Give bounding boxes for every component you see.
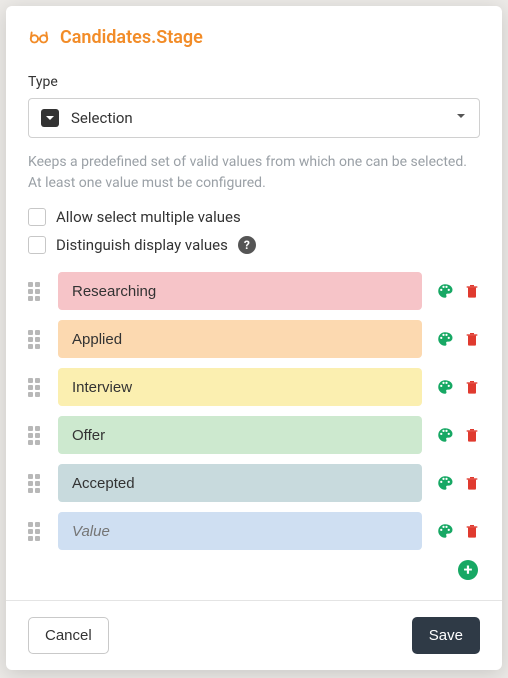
type-label: Type — [28, 74, 480, 90]
drag-handle-icon[interactable] — [28, 474, 44, 493]
drag-handle-icon[interactable] — [28, 522, 44, 541]
type-select-value: Selection — [71, 109, 133, 127]
allow-multiple-checkbox[interactable] — [28, 208, 46, 226]
value-row — [28, 272, 480, 310]
trash-icon[interactable] — [464, 475, 480, 491]
value-input[interactable] — [58, 272, 422, 310]
dropdown-icon — [41, 109, 59, 127]
allow-multiple-row[interactable]: Allow select multiple values — [28, 208, 480, 226]
modal-dialog: Candidates.Stage Type Selection Keeps a … — [6, 6, 502, 670]
add-value-button[interactable]: + — [458, 560, 478, 580]
allow-multiple-label: Allow select multiple values — [56, 208, 241, 226]
cancel-button[interactable]: Cancel — [28, 617, 109, 654]
drag-handle-icon[interactable] — [28, 426, 44, 445]
help-icon[interactable]: ? — [238, 236, 256, 254]
drag-handle-icon[interactable] — [28, 330, 44, 349]
value-input[interactable] — [58, 368, 422, 406]
value-row — [28, 464, 480, 502]
trash-icon[interactable] — [464, 379, 480, 395]
distinguish-display-label: Distinguish display values — [56, 236, 228, 254]
value-row — [28, 320, 480, 358]
palette-icon[interactable] — [436, 474, 454, 492]
value-row — [28, 368, 480, 406]
drag-handle-icon[interactable] — [28, 282, 44, 301]
modal-title: Candidates.Stage — [60, 27, 203, 48]
glasses-icon — [28, 26, 50, 48]
modal-footer: Cancel Save — [6, 600, 502, 670]
save-button[interactable]: Save — [412, 617, 480, 654]
value-row-actions — [436, 474, 480, 492]
value-input[interactable] — [58, 512, 422, 550]
drag-handle-icon[interactable] — [28, 378, 44, 397]
value-row — [28, 512, 480, 550]
palette-icon[interactable] — [436, 378, 454, 396]
type-helper-text: Keeps a predefined set of valid values f… — [28, 152, 480, 194]
modal-header: Candidates.Stage — [6, 6, 502, 56]
palette-icon[interactable] — [436, 330, 454, 348]
palette-icon[interactable] — [436, 522, 454, 540]
distinguish-display-row[interactable]: Distinguish display values ? — [28, 236, 480, 254]
distinguish-display-checkbox[interactable] — [28, 236, 46, 254]
trash-icon[interactable] — [464, 331, 480, 347]
value-row-actions — [436, 282, 480, 300]
trash-icon[interactable] — [464, 523, 480, 539]
value-row-actions — [436, 378, 480, 396]
value-row — [28, 416, 480, 454]
trash-icon[interactable] — [464, 283, 480, 299]
value-input[interactable] — [58, 464, 422, 502]
palette-icon[interactable] — [436, 426, 454, 444]
value-row-actions — [436, 522, 480, 540]
add-value-row: + — [28, 560, 480, 580]
value-input[interactable] — [58, 416, 422, 454]
value-input[interactable] — [58, 320, 422, 358]
trash-icon[interactable] — [464, 427, 480, 443]
type-select[interactable]: Selection — [28, 98, 480, 138]
chevron-down-icon — [455, 110, 467, 126]
value-row-actions — [436, 426, 480, 444]
value-row-actions — [436, 330, 480, 348]
palette-icon[interactable] — [436, 282, 454, 300]
values-list — [28, 272, 480, 550]
modal-body: Type Selection Keeps a predefined set of… — [6, 56, 502, 600]
